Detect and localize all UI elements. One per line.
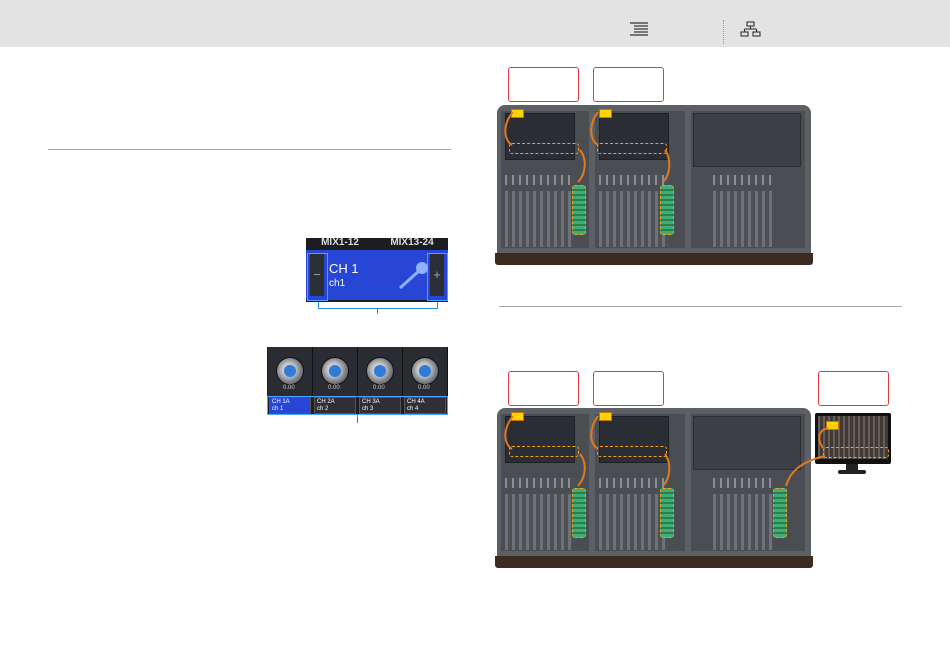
connector-line <box>590 415 599 450</box>
connector-line <box>662 453 671 487</box>
connector-line <box>504 415 514 450</box>
connector-line <box>577 453 586 487</box>
connection-lines <box>504 111 829 487</box>
connector-line <box>577 149 586 183</box>
connector-line <box>590 111 599 146</box>
connector-line <box>504 111 514 146</box>
connector-line <box>785 455 826 487</box>
connector-line <box>662 149 671 183</box>
connector-line <box>818 427 829 449</box>
